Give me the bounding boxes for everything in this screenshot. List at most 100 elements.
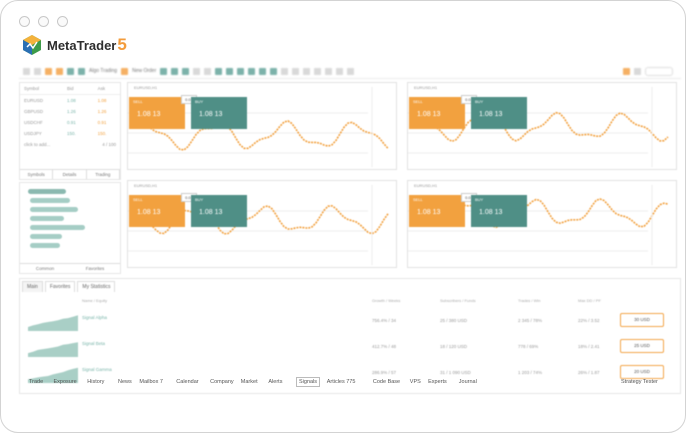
navigator-item[interactable] bbox=[30, 243, 60, 248]
market-watch-add-row[interactable]: click to add... 4 / 100 bbox=[20, 139, 120, 150]
subscribe-button[interactable]: 25 USD bbox=[620, 339, 664, 353]
buy-button[interactable]: BUY 1.08 13 bbox=[471, 195, 527, 227]
market-watch-col-ask: Ask bbox=[98, 86, 116, 91]
col-maxdd: Max DD / PF bbox=[578, 298, 601, 303]
bottom-tab[interactable]: Exposure bbox=[54, 379, 77, 385]
bottom-tab[interactable]: VPS bbox=[410, 379, 421, 385]
search-icon[interactable] bbox=[634, 68, 641, 75]
buy-price: 1.08 13 bbox=[199, 209, 222, 216]
chart-window[interactable]: EURUSD,H1 SELL 1.08 13 0.01 BUY 1.08 13 bbox=[407, 180, 677, 268]
tab-details[interactable]: Details bbox=[53, 170, 86, 179]
hline-icon[interactable] bbox=[303, 68, 310, 75]
zoom-in-icon[interactable] bbox=[193, 68, 200, 75]
tile-icon[interactable] bbox=[215, 68, 222, 75]
signal-name[interactable]: Signal Alpha bbox=[82, 315, 107, 320]
chart-window[interactable]: EURUSD,H1 SELL 1.08 13 0.01 BUY 1.08 13 bbox=[127, 82, 397, 170]
file-icon[interactable] bbox=[23, 68, 30, 75]
channel-icon[interactable] bbox=[325, 68, 332, 75]
chart-shift-icon[interactable] bbox=[237, 68, 244, 75]
tab-favorites[interactable]: Favorites bbox=[70, 264, 120, 273]
signal-subscribers: 25 / 380 USD bbox=[440, 318, 467, 323]
crosshair-icon[interactable] bbox=[281, 68, 288, 75]
chart-candle-icon[interactable] bbox=[171, 68, 178, 75]
fibo-icon[interactable] bbox=[336, 68, 343, 75]
bottom-tab[interactable]: Journal bbox=[459, 379, 477, 385]
buy-button[interactable]: BUY 1.08 13 bbox=[191, 195, 247, 227]
close-dot[interactable] bbox=[19, 16, 30, 27]
bottom-tab[interactable]: Alerts bbox=[268, 379, 282, 385]
new-order-button[interactable]: New Order bbox=[132, 68, 156, 74]
market-watch-row[interactable]: USDJPY 150. 150. bbox=[20, 128, 120, 139]
bottom-tab[interactable]: Experts bbox=[428, 379, 447, 385]
bottom-tab[interactable]: Company bbox=[210, 379, 234, 385]
chart-bar-icon[interactable] bbox=[160, 68, 167, 75]
account-icon[interactable] bbox=[623, 68, 630, 75]
bottom-tab[interactable]: History bbox=[87, 379, 104, 385]
strategy-tester-tab[interactable]: Strategy Tester bbox=[621, 379, 658, 385]
tab-symbols[interactable]: Symbols bbox=[20, 170, 53, 179]
navigator-item[interactable] bbox=[30, 216, 64, 221]
tab-main[interactable]: Main bbox=[22, 281, 43, 292]
signal-row[interactable]: Signal Alpha 756.4% / 34 25 / 380 USD 2 345… bbox=[20, 309, 680, 333]
tab-trading[interactable]: Trading bbox=[87, 170, 120, 179]
bottom-tab[interactable]: Signals bbox=[296, 377, 320, 387]
subscribe-button[interactable]: 30 USD bbox=[620, 313, 664, 327]
vline-icon[interactable] bbox=[292, 68, 299, 75]
autoscroll-icon[interactable] bbox=[226, 68, 233, 75]
algo-trading-button[interactable]: Algo Trading bbox=[89, 68, 117, 74]
navigator-item[interactable] bbox=[30, 225, 85, 230]
metaeditor-icon[interactable] bbox=[67, 68, 74, 75]
bottom-tab[interactable]: Code Base bbox=[373, 379, 400, 385]
chart-new-icon[interactable] bbox=[45, 68, 52, 75]
tab-my-statistics[interactable]: My Statistics bbox=[77, 281, 115, 292]
market-watch-row[interactable]: EURUSD 1.08 1.08 bbox=[20, 95, 120, 106]
tab-signal-favorites[interactable]: Favorites bbox=[45, 281, 76, 292]
navigator-item[interactable] bbox=[30, 234, 62, 239]
navigator-item[interactable] bbox=[30, 198, 70, 203]
buy-label: BUY bbox=[195, 99, 203, 104]
window-frame: MetaTrader 5 Algo Trading New Order Symb… bbox=[0, 0, 686, 433]
add-symbol-link[interactable]: click to add... bbox=[24, 142, 83, 147]
signal-name[interactable]: Signal Gamma bbox=[82, 367, 112, 372]
navigator-icon[interactable] bbox=[56, 68, 63, 75]
profiles-icon[interactable] bbox=[34, 68, 41, 75]
sell-button[interactable]: SELL 1.08 13 0.01 bbox=[129, 195, 185, 227]
subscribe-button[interactable]: 20 USD bbox=[620, 365, 664, 379]
bottom-tab[interactable]: News bbox=[118, 379, 132, 385]
tab-common[interactable]: Common bbox=[20, 264, 70, 273]
bottom-tab[interactable]: Market bbox=[241, 379, 258, 385]
search-input[interactable] bbox=[645, 67, 673, 76]
bottom-tab[interactable]: Articles 775 bbox=[327, 379, 356, 385]
algo-trading-icon[interactable] bbox=[78, 68, 85, 75]
terminal-area: Algo Trading New Order Symbol Bid Ask EU… bbox=[19, 64, 681, 394]
chart-line-icon[interactable] bbox=[182, 68, 189, 75]
templates-icon[interactable] bbox=[270, 68, 277, 75]
signal-name[interactable]: Signal Beta bbox=[82, 341, 105, 346]
maximize-dot[interactable] bbox=[57, 16, 68, 27]
chart-window[interactable]: EURUSD,H1 SELL 1.08 13 0.01 BUY 1.08 13 bbox=[127, 180, 397, 268]
new-order-icon[interactable] bbox=[121, 68, 128, 75]
minimize-dot[interactable] bbox=[38, 16, 49, 27]
bottom-tab[interactable]: Trade bbox=[29, 379, 43, 385]
sell-label: SELL bbox=[413, 197, 423, 202]
sell-button[interactable]: SELL 1.08 13 0.01 bbox=[409, 195, 465, 227]
periods-icon[interactable] bbox=[259, 68, 266, 75]
navigator-item[interactable] bbox=[28, 189, 66, 194]
chart-window[interactable]: EURUSD,H1 SELL 1.08 13 0.01 BUY 1.08 13 bbox=[407, 82, 677, 170]
signal-row[interactable]: Signal Beta 412.7% / 48 18 / 120 USD 778 / … bbox=[20, 335, 680, 359]
bottom-tab[interactable]: Calendar bbox=[176, 379, 198, 385]
buy-button[interactable]: BUY 1.08 13 bbox=[191, 97, 247, 129]
navigator-item[interactable] bbox=[30, 207, 78, 212]
text-tool-icon[interactable] bbox=[347, 68, 354, 75]
indicators-icon[interactable] bbox=[248, 68, 255, 75]
buy-button[interactable]: BUY 1.08 13 bbox=[471, 97, 527, 129]
sell-button[interactable]: SELL 1.08 13 0.01 bbox=[409, 97, 465, 129]
zoom-out-icon[interactable] bbox=[204, 68, 211, 75]
bottom-tab[interactable]: Mailbox 7 bbox=[139, 379, 163, 385]
trendline-icon[interactable] bbox=[314, 68, 321, 75]
one-click-trading-panel: SELL 1.08 13 0.01 BUY 1.08 13 bbox=[129, 195, 247, 227]
market-watch-row[interactable]: USDCHF 0.91 0.91 bbox=[20, 117, 120, 128]
market-watch-panel: Symbol Bid Ask EURUSD 1.08 1.08 GBPUSD 1… bbox=[19, 82, 121, 180]
sell-button[interactable]: SELL 1.08 13 0.01 bbox=[129, 97, 185, 129]
market-watch-row[interactable]: GBPUSD 1.26 1.26 bbox=[20, 106, 120, 117]
